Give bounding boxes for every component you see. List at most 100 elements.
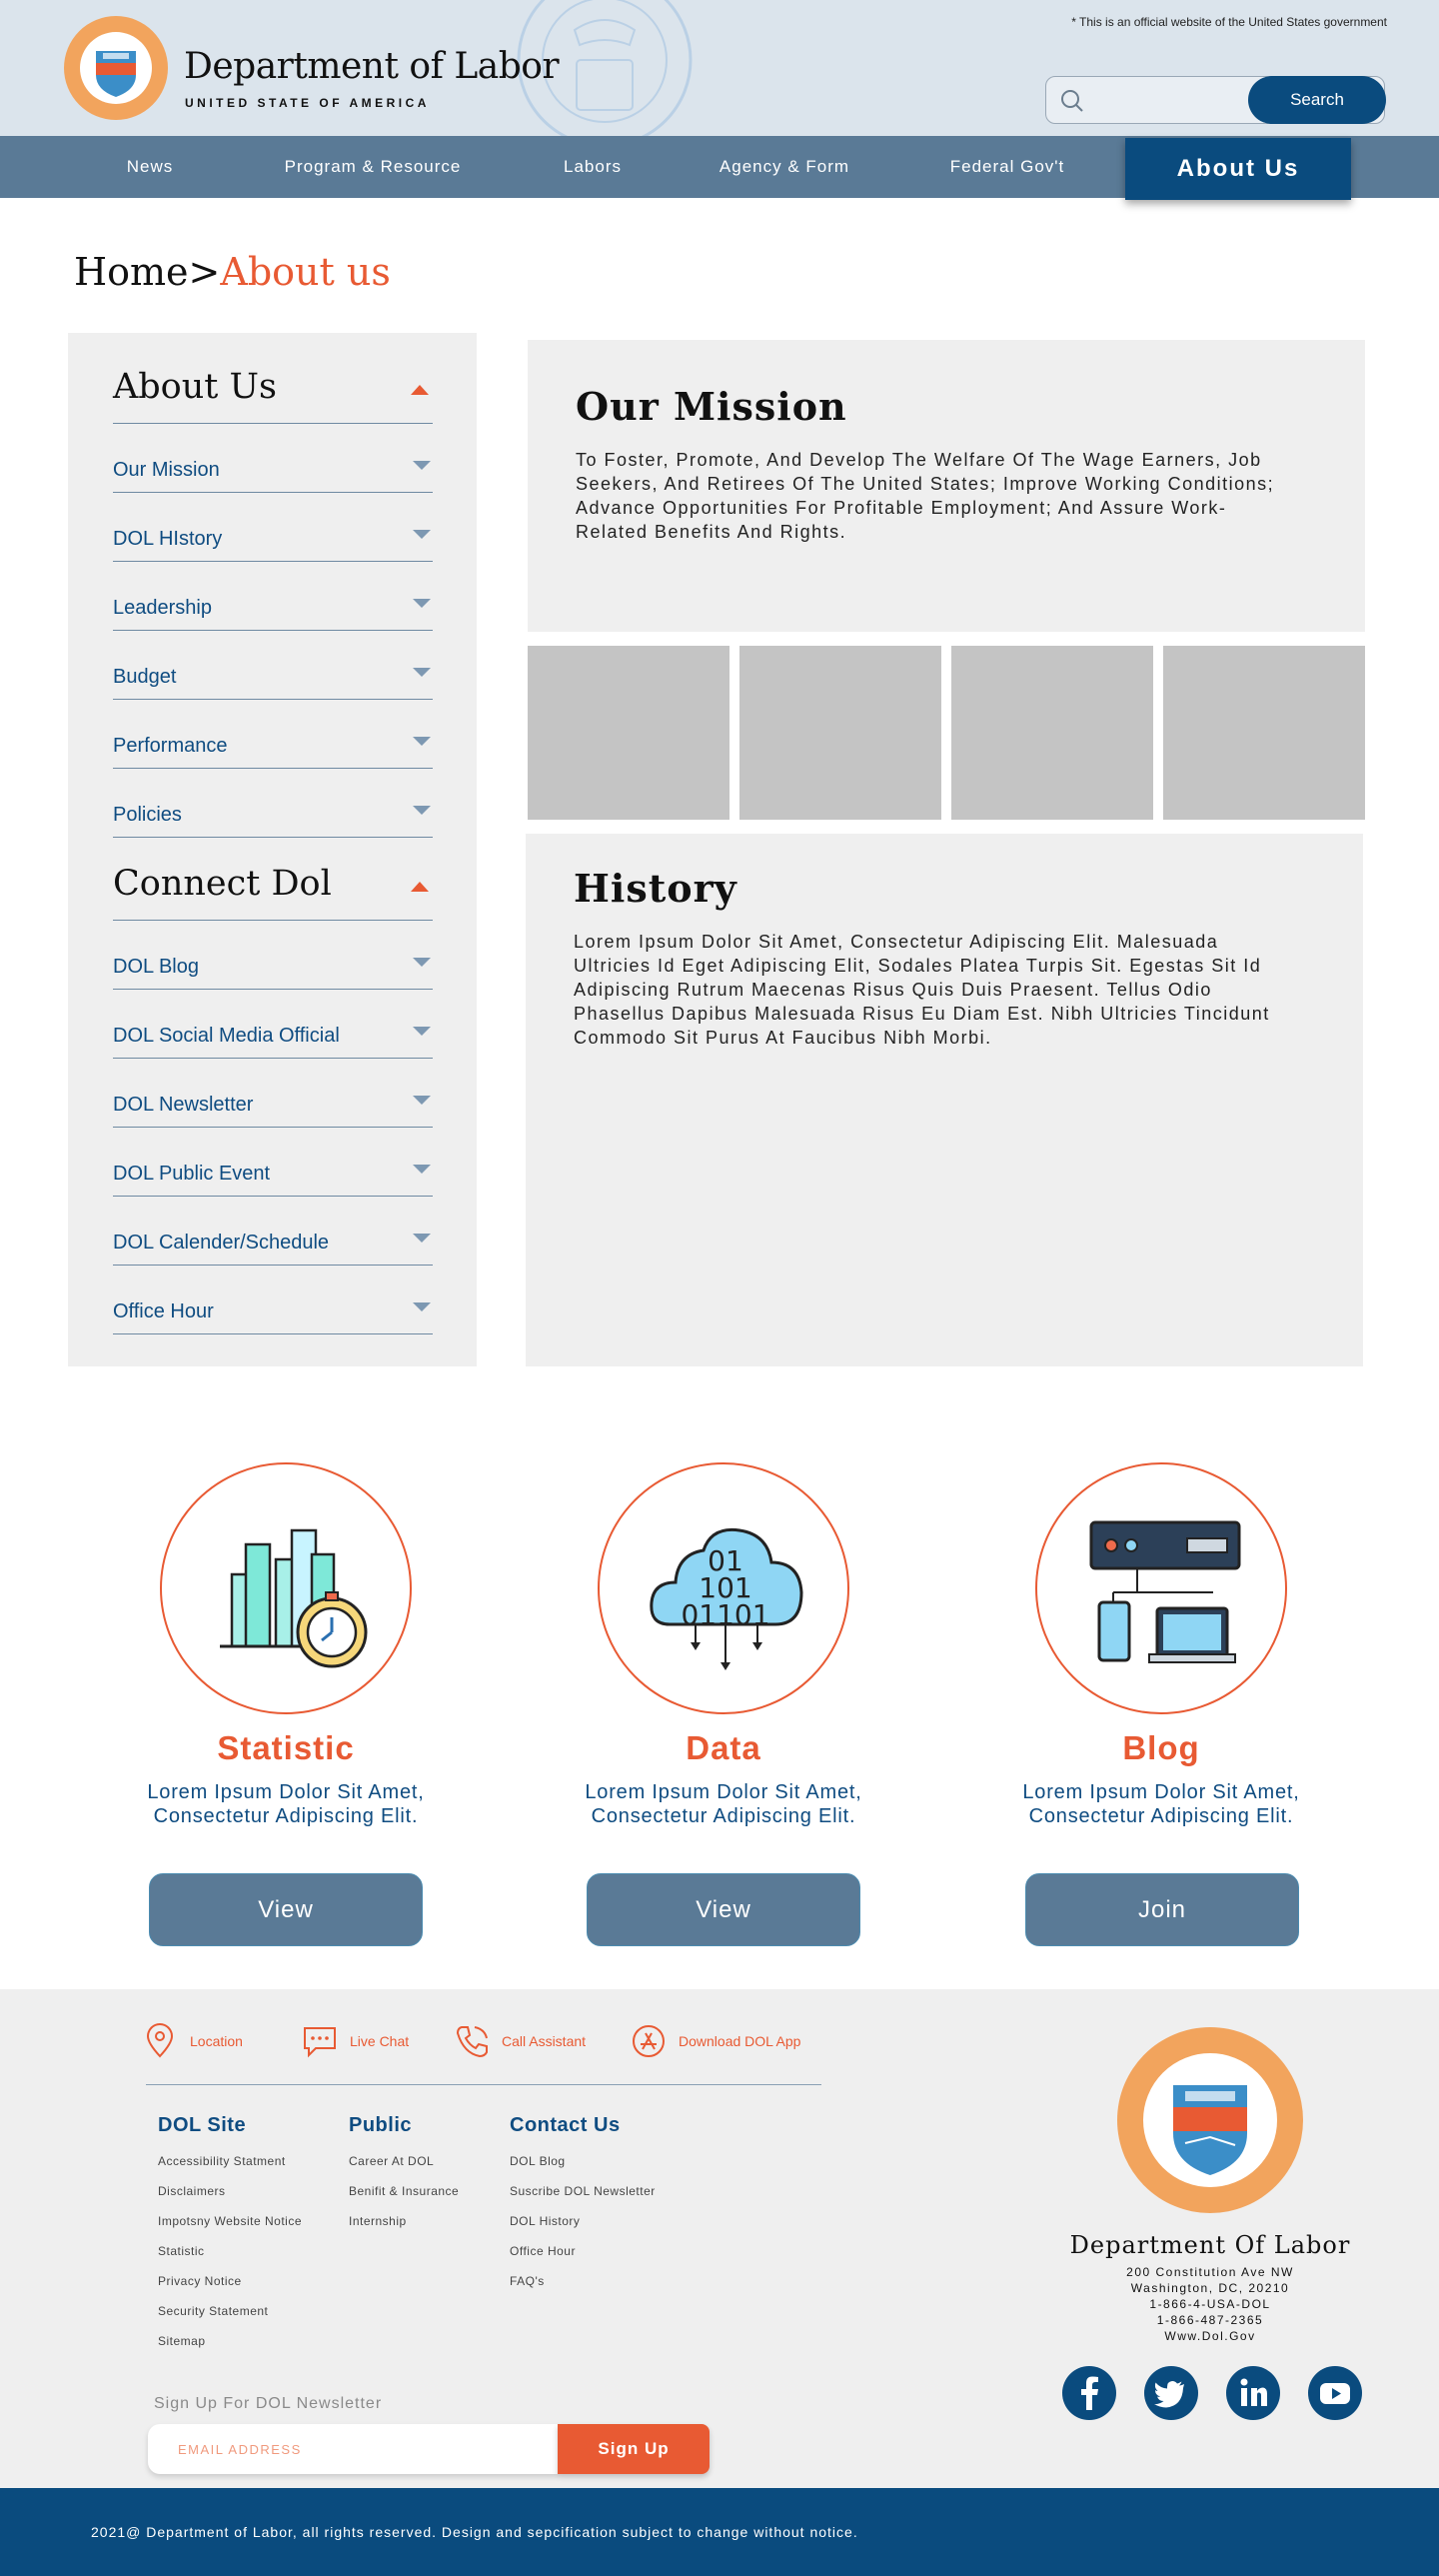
twitter-icon[interactable] — [1144, 2366, 1198, 2420]
chevron-down-icon — [413, 737, 431, 746]
history-title: History — [574, 866, 737, 911]
chevron-down-icon — [413, 599, 431, 608]
sidebar-item-newsletter[interactable]: DOL Newsletter — [113, 1059, 433, 1128]
image-placeholder — [1163, 646, 1365, 820]
collapse-up-icon[interactable] — [411, 882, 429, 892]
footer-link[interactable]: FAQ's — [510, 2274, 545, 2288]
breadcrumb: Home>About us — [74, 250, 391, 294]
footer-link[interactable]: Privacy Notice — [158, 2274, 242, 2288]
copyright-bar: 2021@ Department of Labor, all rights re… — [0, 2488, 1439, 2576]
quick-link-label: Call Assistant — [502, 2033, 587, 2049]
footer-org-name: Department Of Labor — [1069, 2231, 1351, 2259]
data-view-button[interactable]: View — [587, 1873, 860, 1946]
gov-notice: * This is an official website of the Uni… — [1071, 15, 1387, 29]
feature-title-data: Data — [686, 1729, 761, 1766]
footer-link[interactable]: Benifit & Insurance — [349, 2184, 459, 2198]
search-button[interactable]: Search — [1248, 76, 1386, 124]
sidebar: About Us Our Mission DOL HIstory Leaders… — [68, 333, 477, 1366]
data-circle: 01 101 01101 — [598, 1462, 849, 1714]
phone-icon — [456, 2026, 488, 2058]
nav-item-program-resource[interactable]: Program & Resource — [268, 136, 478, 198]
statistic-view-button[interactable]: View — [149, 1873, 423, 1946]
newsletter-field — [148, 2424, 558, 2474]
sidebar-heading-about[interactable]: About Us — [113, 367, 433, 407]
footer-link[interactable]: Sitemap — [158, 2334, 206, 2348]
sidebar-item-label: Our Mission — [113, 459, 220, 481]
footer-link[interactable]: Career At DOL — [349, 2154, 434, 2168]
nav-item-labors[interactable]: Labors — [533, 136, 653, 198]
footer-link[interactable]: DOL Blog — [510, 2154, 566, 2168]
sidebar-item-leadership[interactable]: Leadership — [113, 562, 433, 631]
nav-item-about-us[interactable]: About Us — [1125, 138, 1351, 200]
sidebar-item-dol-blog[interactable]: DOL Blog — [113, 921, 433, 990]
chevron-down-icon — [413, 1234, 431, 1243]
quick-link-location[interactable]: Location — [142, 2023, 243, 2059]
cloud-binary-icon: 01 101 01101 — [650, 1527, 803, 1670]
footer-link[interactable]: Disclaimers — [158, 2184, 226, 2198]
chevron-down-icon — [413, 1096, 431, 1105]
site-subtitle: UNITED STATE OF AMERICA — [185, 96, 430, 110]
linkedin-icon[interactable] — [1226, 2366, 1280, 2420]
collapse-up-icon[interactable] — [411, 385, 429, 395]
sidebar-heading-connect[interactable]: Connect Dol — [113, 864, 433, 904]
quick-link-label: Download DOL App — [679, 2033, 801, 2049]
breadcrumb-home[interactable]: Home> — [74, 250, 220, 294]
image-placeholder — [739, 646, 941, 820]
sidebar-item-budget[interactable]: Budget — [113, 631, 433, 700]
mission-panel: Our Mission To Foster, Promote, And Deve… — [528, 340, 1365, 632]
address-line: Www.Dol.Gov — [1164, 2329, 1256, 2343]
quick-link-call-assistant[interactable]: Call Assistant — [454, 2023, 586, 2059]
dol-seal-logo[interactable] — [63, 15, 169, 121]
quick-link-label: Location — [190, 2033, 243, 2049]
sidebar-item-label: Leadership — [113, 597, 212, 619]
youtube-icon[interactable] — [1308, 2366, 1362, 2420]
sidebar-item-label: Performance — [113, 735, 228, 757]
chevron-down-icon — [413, 1302, 431, 1311]
footer-link[interactable]: Suscribe DOL Newsletter — [510, 2184, 656, 2198]
quick-link-live-chat[interactable]: Live Chat — [302, 2023, 409, 2059]
nav-item-federal-gov[interactable]: Federal Gov't — [924, 136, 1090, 198]
sidebar-item-label: DOL Calender/Schedule — [113, 1232, 330, 1254]
blog-circle — [1035, 1462, 1287, 1714]
sidebar-item-dol-history[interactable]: DOL HIstory — [113, 493, 433, 562]
feature-title-statistic: Statistic — [217, 1729, 355, 1766]
address-line: 1-866-4-USA-DOL — [1149, 2297, 1271, 2311]
blog-join-button[interactable]: Join — [1025, 1873, 1299, 1946]
sidebar-item-office-hour[interactable]: Office Hour — [113, 1266, 433, 1334]
chevron-down-icon — [413, 1165, 431, 1174]
quick-link-download-app[interactable]: Download DOL App — [631, 2023, 800, 2059]
dol-seal-logo — [1117, 2027, 1303, 2213]
nav-item-agency-form[interactable]: Agency & Form — [700, 136, 869, 198]
copyright-text: 2021@ Department of Labor, all rights re… — [91, 2524, 858, 2540]
site-title[interactable]: Department of Labor — [184, 46, 560, 87]
signup-button[interactable]: Sign Up — [558, 2424, 710, 2474]
footer-link[interactable]: Security Statement — [158, 2304, 268, 2318]
chevron-down-icon — [413, 958, 431, 967]
footer-link[interactable]: Internship — [349, 2214, 407, 2228]
email-field[interactable] — [178, 2438, 538, 2460]
sidebar-item-label: DOL Public Event — [113, 1163, 271, 1185]
sidebar-item-label: DOL Blog — [113, 956, 199, 978]
server-devices-icon — [1089, 1520, 1241, 1663]
footer-col-public: Public — [349, 2114, 413, 2136]
sidebar-item-our-mission[interactable]: Our Mission — [113, 424, 433, 493]
breadcrumb-current: About us — [220, 250, 391, 294]
sidebar-item-policies[interactable]: Policies — [113, 769, 433, 838]
facebook-icon[interactable] — [1062, 2366, 1116, 2420]
footer-link[interactable]: Accessibility Statment — [158, 2154, 286, 2168]
footer-link[interactable]: Office Hour — [510, 2244, 576, 2258]
newsletter-label: Sign Up For DOL Newsletter — [154, 2395, 383, 2412]
nav-item-news[interactable]: News — [90, 136, 210, 198]
sidebar-item-social-media[interactable]: DOL Social Media Official — [113, 990, 433, 1059]
chevron-down-icon — [413, 1027, 431, 1036]
footer-link[interactable]: Statistic — [158, 2244, 205, 2258]
address-line: 1-866-487-2365 — [1156, 2313, 1264, 2327]
sidebar-item-calendar[interactable]: DOL Calender/Schedule — [113, 1197, 433, 1266]
footer-link[interactable]: DOL History — [510, 2214, 580, 2228]
sidebar-item-public-event[interactable]: DOL Public Event — [113, 1128, 433, 1197]
footer-col-contact: Contact Us — [510, 2114, 621, 2136]
sidebar-item-performance[interactable]: Performance — [113, 700, 433, 769]
footer-link[interactable]: Impotsny Website Notice — [158, 2214, 302, 2228]
address-line: Washington, DC, 20210 — [1130, 2281, 1290, 2295]
feature-desc-statistic: Lorem Ipsum Dolor Sit Amet, Consectetur … — [147, 1781, 425, 1827]
